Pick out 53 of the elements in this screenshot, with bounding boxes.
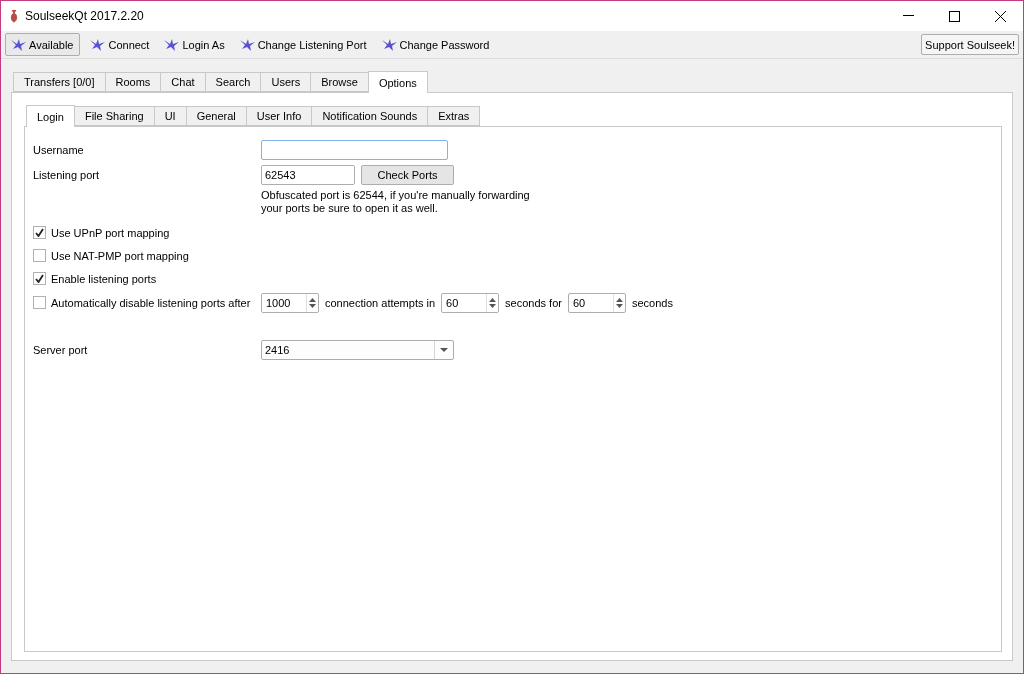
tab[interactable]: Users bbox=[260, 72, 312, 92]
checkbox-label: Automatically disable listening ports after bbox=[51, 296, 251, 309]
tab[interactable]: Login bbox=[26, 105, 75, 127]
tab[interactable]: Chat bbox=[160, 72, 206, 92]
window-title: SoulseekQt 2017.2.20 bbox=[25, 9, 145, 23]
status-button[interactable]: Available bbox=[5, 33, 81, 56]
tab[interactable]: User Info bbox=[245, 106, 313, 126]
close-icon bbox=[994, 10, 1006, 22]
tab[interactable]: Notification Sounds bbox=[311, 106, 429, 126]
field-label: seconds for bbox=[505, 296, 562, 309]
check-ports-button[interactable]: Check Ports bbox=[361, 164, 454, 185]
checkbox-label: Use NAT-PMP port mapping bbox=[51, 249, 189, 262]
tab[interactable]: Browse bbox=[310, 72, 369, 92]
tab[interactable]: Transfers [0/0] bbox=[13, 72, 106, 92]
tab[interactable]: Options bbox=[367, 71, 428, 93]
field-label: seconds bbox=[631, 296, 673, 309]
checkbox[interactable] bbox=[33, 226, 46, 239]
check-icon bbox=[35, 228, 44, 237]
app-logo-icon bbox=[9, 9, 19, 23]
field-label: Username bbox=[33, 143, 85, 156]
tab[interactable]: General bbox=[185, 106, 247, 126]
tab[interactable]: UI bbox=[153, 106, 187, 126]
port-note: Obfuscated port is 62544, if you're manually forwarding your ports be sure to open it as well. bbox=[261, 188, 531, 216]
checkbox-label: Enable listening ports bbox=[51, 272, 157, 285]
toolbar-button[interactable]: Change Password bbox=[375, 33, 495, 56]
port-field[interactable]: 62543 bbox=[261, 164, 355, 185]
tab[interactable]: Extras bbox=[427, 106, 481, 126]
tab[interactable]: Rooms bbox=[104, 72, 162, 92]
checkbox[interactable] bbox=[33, 249, 46, 262]
number-spinbox[interactable]: 60 bbox=[441, 292, 500, 313]
caret-icon bbox=[440, 347, 448, 352]
field-label: connection attempts in bbox=[325, 296, 436, 309]
spin-arrows-icon bbox=[489, 296, 497, 309]
tab[interactable]: File Sharing bbox=[73, 106, 155, 126]
checkbox[interactable] bbox=[33, 296, 46, 309]
maximize-icon bbox=[948, 10, 960, 22]
spin-arrows-icon bbox=[615, 296, 623, 309]
field-label: Server port bbox=[33, 343, 89, 356]
support-button[interactable]: Support Soulseek! bbox=[921, 34, 1019, 55]
server-port-dropdown[interactable]: 2416 bbox=[261, 339, 454, 360]
username-field[interactable] bbox=[261, 139, 448, 160]
toolbar-button[interactable]: Change Listening Port bbox=[233, 33, 372, 56]
number-spinbox[interactable]: 1000 bbox=[261, 292, 319, 313]
spin-arrows-icon bbox=[309, 296, 316, 309]
checkbox[interactable] bbox=[33, 272, 46, 285]
field-label: Listening port bbox=[33, 168, 101, 181]
minimize-icon bbox=[902, 15, 914, 17]
toolbar-button[interactable]: Login As bbox=[158, 33, 230, 56]
tab[interactable]: Search bbox=[204, 72, 262, 92]
number-spinbox[interactable]: 60 bbox=[567, 292, 626, 313]
check-icon bbox=[35, 274, 44, 283]
toolbar-button[interactable]: Connect bbox=[84, 33, 155, 56]
checkbox-label: Use UPnP port mapping bbox=[51, 226, 170, 239]
